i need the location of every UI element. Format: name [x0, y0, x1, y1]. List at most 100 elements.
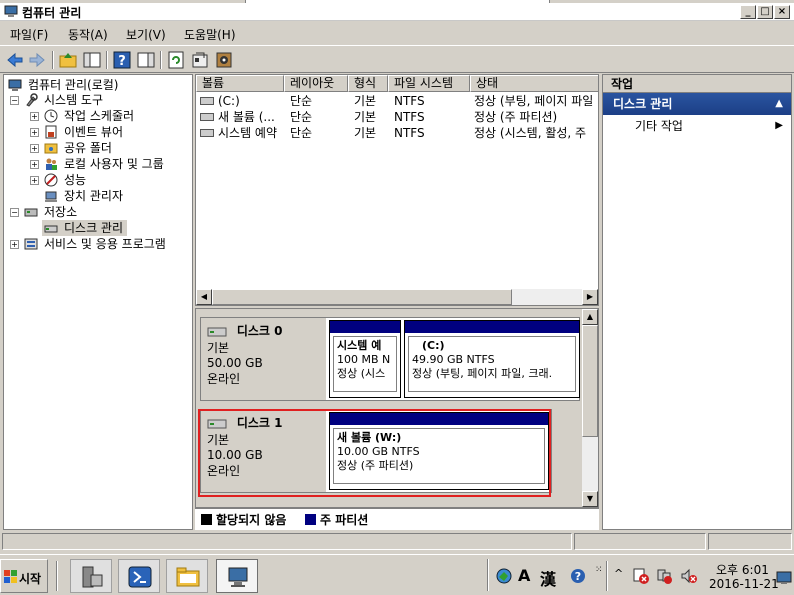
volume-muted-icon[interactable] — [680, 567, 698, 585]
scroll-thumb[interactable] — [212, 289, 512, 305]
legend-swatch-unallocated — [201, 514, 212, 525]
show-hidden-icons-button[interactable]: ^ — [614, 567, 623, 580]
disk-tool-icon[interactable] — [214, 50, 234, 70]
scroll-right-button[interactable]: ▶ — [582, 289, 598, 305]
taskbar-app-server-manager[interactable] — [70, 559, 112, 593]
clock-icon — [44, 109, 58, 123]
scroll-up-button[interactable]: ▲ — [582, 309, 598, 325]
tree-item-label: 디스크 관리 — [64, 221, 124, 235]
action-center-warning-icon[interactable] — [632, 567, 650, 585]
folder-icon — [176, 567, 200, 587]
expand-toggle[interactable]: + — [10, 240, 19, 249]
volume-drive-icon — [200, 97, 214, 105]
partition-bar — [405, 321, 579, 333]
powershell-icon — [128, 566, 152, 588]
clock-date[interactable]: 2016-11-21 — [709, 577, 779, 591]
cell-file-system: NTFS — [394, 126, 425, 140]
column-header-type[interactable]: 형식 — [348, 75, 388, 92]
tree-item-label: 성능 — [64, 173, 87, 187]
vertical-scrollbar[interactable]: ▲ ▼ — [582, 309, 598, 507]
show-desktop-icon[interactable] — [776, 571, 792, 585]
options-icon[interactable]: ⁙ — [595, 565, 603, 575]
expand-toggle[interactable]: + — [30, 144, 39, 153]
help-icon[interactable]: ? — [570, 568, 586, 584]
scroll-down-button[interactable]: ▼ — [582, 491, 598, 507]
tree-item-label: 컴퓨터 관리(로컬) — [28, 78, 119, 92]
menu-file[interactable]: 파일(F) — [10, 26, 48, 43]
menu-view[interactable]: 보기(V) — [126, 26, 166, 43]
cell-volume: (C:) — [218, 94, 240, 108]
action-item-more-actions[interactable]: 기타 작업 ▶ — [603, 115, 791, 137]
cell-layout: 단순 — [290, 94, 313, 108]
column-header-status[interactable]: 상태 — [470, 75, 598, 92]
expand-toggle[interactable]: + — [30, 128, 39, 137]
partition-bar — [330, 321, 400, 333]
status-cell — [574, 533, 706, 550]
performance-icon — [44, 173, 58, 187]
expand-toggle[interactable]: + — [30, 160, 39, 169]
back-arrow-icon[interactable] — [5, 50, 25, 70]
table-row[interactable]: 시스템 예약 단순 기본 NTFS 정상 (시스템, 활성, 주 — [196, 125, 598, 141]
taskbar-app-powershell[interactable] — [118, 559, 160, 593]
collapse-toggle[interactable]: − — [10, 208, 19, 217]
forward-arrow-icon[interactable] — [27, 50, 47, 70]
help-icon[interactable]: ? — [112, 50, 132, 70]
server-manager-icon — [82, 566, 103, 588]
up-folder-icon[interactable] — [58, 50, 78, 70]
show-hide-action-pane-icon[interactable] — [136, 50, 156, 70]
column-header-file-system[interactable]: 파일 시스템 — [388, 75, 470, 92]
legend-swatch-primary — [305, 514, 316, 525]
partition-system-reserved[interactable]: 시스템 예 100 MB N 정상 (시스 — [329, 320, 401, 398]
cell-status: 정상 (시스템, 활성, 주 — [474, 126, 587, 140]
start-button[interactable]: 시작 — [0, 559, 48, 593]
status-cell — [708, 533, 792, 550]
collapse-up-icon[interactable]: ▲ — [775, 93, 783, 115]
action-item-label: 기타 작업 — [635, 119, 683, 133]
tree-item-label: 저장소 — [44, 205, 78, 219]
scroll-thumb[interactable] — [582, 325, 598, 437]
table-row[interactable]: 새 볼륨 (... 단순 기본 NTFS 정상 (주 파티션) — [196, 109, 598, 125]
tree-item-disk-management[interactable]: 디스크 관리 — [42, 220, 128, 236]
collapse-toggle[interactable]: − — [10, 96, 19, 105]
tree-item-label: 로컬 사용자 및 그룹 — [64, 157, 164, 171]
partition-c-drive[interactable]: (C:) 49.90 GB NTFS 정상 (부팅, 페이지 파일, 크래. — [404, 320, 580, 398]
maximize-button[interactable]: □ — [757, 5, 773, 19]
actions-section-disk-management[interactable]: 디스크 관리 ▲ — [603, 93, 791, 115]
table-row[interactable]: (C:) 단순 기본 NTFS 정상 (부팅, 페이지 파일 — [196, 93, 598, 109]
volume-drive-icon — [200, 129, 214, 137]
ime-mode-indicator[interactable]: A — [518, 566, 530, 585]
menu-action[interactable]: 동작(A) — [68, 26, 108, 43]
refresh-icon[interactable] — [166, 50, 186, 70]
taskbar-app-computer-management[interactable] — [216, 559, 258, 593]
actions-header: 작업 — [603, 75, 791, 93]
disk-status: 온라인 — [207, 372, 241, 386]
tree-item-label: 시스템 도구 — [44, 93, 104, 107]
expand-toggle[interactable]: + — [30, 176, 39, 185]
partition-title: (C:) — [422, 339, 445, 352]
column-header-layout[interactable]: 레이아웃 — [284, 75, 348, 92]
disk-row[interactable]: 디스크 0 기본 50.00 GB 온라인 시스템 예 100 MB N 정상 … — [200, 317, 580, 401]
cell-type: 기본 — [354, 126, 377, 140]
windows-logo-icon — [4, 570, 17, 583]
close-button[interactable]: × — [774, 5, 790, 19]
network-warning-icon[interactable] — [656, 567, 674, 585]
column-header-volume[interactable]: 볼륨 — [196, 75, 284, 92]
horizontal-scrollbar[interactable]: ◀ ▶ — [196, 289, 598, 305]
menu-help[interactable]: 도움말(H) — [184, 26, 236, 43]
disk-size: 50.00 GB — [207, 356, 263, 370]
disk-label-panel[interactable]: 디스크 0 기본 50.00 GB 온라인 — [201, 318, 326, 400]
device-manager-icon — [45, 191, 57, 202]
language-bar-icon[interactable] — [496, 568, 512, 584]
ime-hanja-indicator[interactable]: 漢 — [540, 566, 556, 590]
tree-item-label: 장치 관리자 — [64, 189, 124, 203]
show-hide-console-tree-icon[interactable] — [82, 50, 102, 70]
event-viewer-icon — [45, 125, 57, 139]
cell-type: 기본 — [354, 94, 377, 108]
scroll-left-button[interactable]: ◀ — [196, 289, 212, 305]
clock-time[interactable]: 오후 6:01 — [716, 561, 769, 578]
properties-icon[interactable] — [190, 50, 210, 70]
minimize-button[interactable]: _ — [740, 5, 756, 19]
taskbar-app-explorer[interactable] — [166, 559, 208, 593]
legend-label: 주 파티션 — [320, 513, 369, 527]
expand-toggle[interactable]: + — [30, 112, 39, 121]
